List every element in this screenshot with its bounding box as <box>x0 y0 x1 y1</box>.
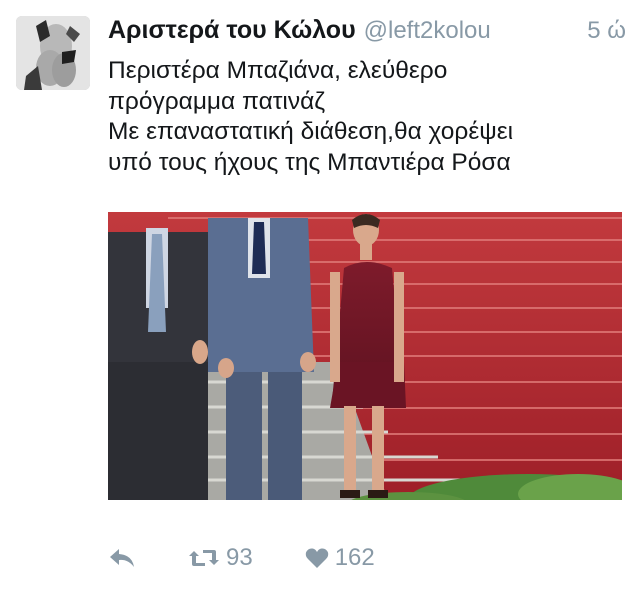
user-handle[interactable]: @left2kolou <box>364 17 491 45</box>
tweet-actions: 93 162 <box>108 540 626 576</box>
tweet-header: Αριστερά του Κώλου @left2kolou 5 ώ <box>108 16 626 50</box>
like-button[interactable]: 162 <box>305 544 375 572</box>
display-name[interactable]: Αριστερά του Κώλου <box>108 16 356 45</box>
reply-button[interactable] <box>108 547 136 569</box>
tweet-text: Περιστέρα Μπαζιάνα, ελεύθερο πρόγραμμα π… <box>108 56 618 178</box>
retweet-count: 93 <box>226 544 253 571</box>
heart-icon <box>305 548 328 568</box>
reply-icon <box>110 549 134 567</box>
like-count: 162 <box>334 544 375 571</box>
tweet-text-line: Περιστέρα Μπαζιάνα, ελεύθερο <box>108 57 448 84</box>
retweet-icon <box>189 550 219 566</box>
avatar-image <box>16 16 90 90</box>
tweet-text-line: πρόγραμμα πατινάζ <box>108 87 326 115</box>
timestamp[interactable]: 5 ώ <box>587 17 626 45</box>
avatar[interactable] <box>16 16 90 90</box>
tweet-photo[interactable] <box>108 212 622 500</box>
tweet-text-line: υπό τους ήχους της Μπαντιέρα Ρόσα <box>108 148 511 176</box>
tweet-text-line: Με επαναστατική διάθεση,θα χορέψει <box>108 118 514 145</box>
retweet-button[interactable]: 93 <box>188 544 253 572</box>
photo-image <box>108 212 622 500</box>
